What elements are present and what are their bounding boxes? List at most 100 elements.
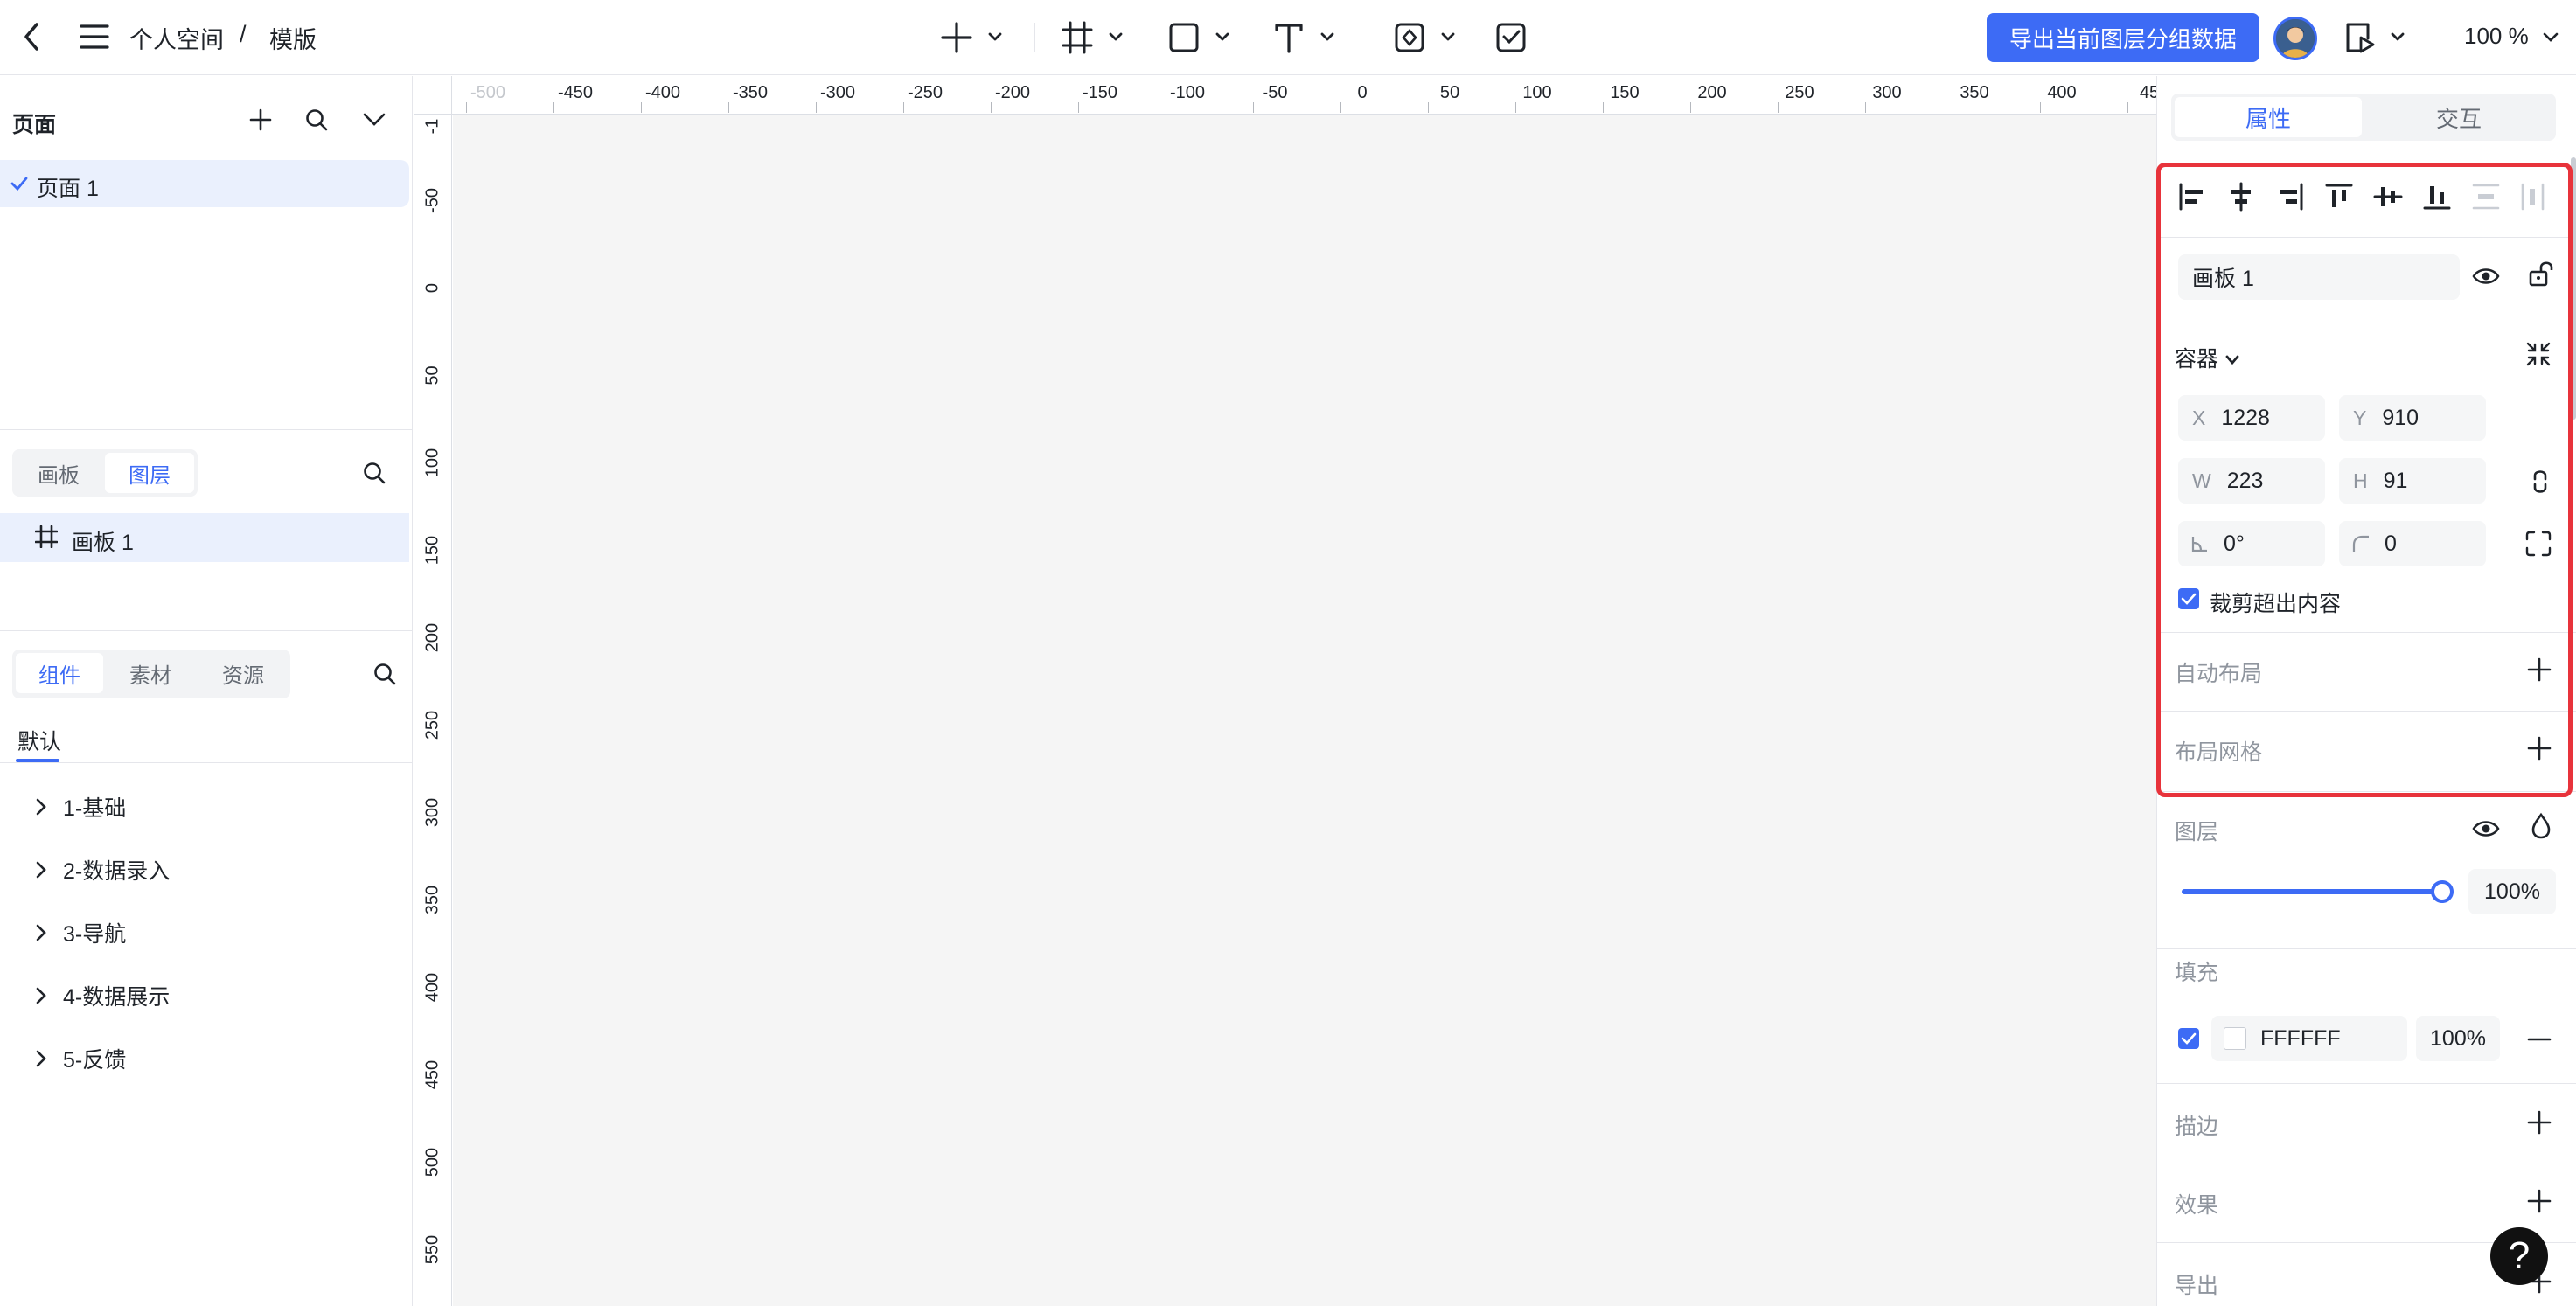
frame-tool-button[interactable] — [1062, 21, 1128, 54]
tab-components[interactable]: 组件 — [16, 653, 103, 693]
ruler-tick-label: 50 — [422, 365, 442, 386]
component-group[interactable]: 5-反馈 — [31, 1043, 126, 1074]
add-layout-grid-icon[interactable] — [2526, 735, 2552, 761]
align-right-icon[interactable] — [2274, 181, 2306, 212]
component-tool-button[interactable] — [1394, 21, 1460, 54]
opacity-field[interactable]: 100% — [2468, 869, 2556, 914]
divider — [2157, 791, 2576, 792]
clip-content-checkbox[interactable] — [2178, 588, 2199, 609]
ruler-tick-label: 350 — [422, 885, 442, 915]
remove-fill-icon[interactable] — [2526, 1038, 2552, 1041]
frame-name-value: 画板 1 — [2192, 267, 2254, 291]
component-group[interactable]: 1-基础 — [31, 791, 126, 823]
ruler-tick-label: 100 — [1522, 83, 1552, 102]
width-field[interactable]: W 223 — [2178, 458, 2325, 504]
align-bottom-icon[interactable] — [2421, 181, 2453, 212]
add-effect-icon[interactable] — [2526, 1188, 2552, 1214]
x-field[interactable]: X 1228 — [2178, 395, 2325, 441]
tab-properties[interactable]: 属性 — [2175, 97, 2362, 137]
avatar[interactable] — [2273, 17, 2317, 60]
y-value: 910 — [2382, 405, 2419, 430]
text-tool-button[interactable] — [1273, 21, 1340, 54]
blend-mode-icon[interactable] — [2530, 812, 2552, 840]
zoom-level[interactable]: 100 % — [2464, 23, 2559, 50]
rotation-field[interactable]: 0° — [2178, 521, 2325, 566]
ruler-tick — [1253, 102, 1254, 113]
distribute-vertical-icon[interactable] — [2470, 181, 2502, 212]
divider — [0, 630, 413, 631]
page-item[interactable]: 页面 1 — [0, 160, 409, 207]
ruler-tick — [1865, 102, 1866, 113]
opacity-slider-handle[interactable] — [2431, 880, 2454, 903]
page-item-label: 页面 1 — [37, 177, 99, 201]
effect-section-label: 效果 — [2175, 1193, 2219, 1218]
independent-corners-icon[interactable] — [2524, 530, 2552, 558]
align-middle-vertical-icon[interactable] — [2372, 181, 2404, 212]
export-layer-data-button[interactable]: 导出当前图层分组数据 — [1987, 13, 2259, 62]
align-left-icon[interactable] — [2176, 181, 2208, 212]
layer-item[interactable]: 画板 1 — [0, 513, 409, 562]
rectangle-tool-button[interactable] — [1168, 21, 1235, 54]
tab-artboards[interactable]: 画板 — [16, 453, 101, 493]
left-panel: 页面 页面 1 画板 图层 画板 1 组件 素材 资源 默认 1-基础 2-数据… — [0, 76, 413, 1306]
tab-resources[interactable]: 资源 — [199, 653, 287, 693]
component-group[interactable]: 3-导航 — [31, 917, 126, 948]
add-tool-button[interactable] — [941, 21, 1007, 54]
fill-enabled-checkbox[interactable] — [2178, 1028, 2199, 1049]
help-button[interactable]: ? — [2490, 1227, 2548, 1285]
breadcrumb-separator: / — [240, 21, 247, 47]
component-group[interactable]: 2-数据录入 — [31, 854, 170, 886]
menu-icon[interactable] — [79, 23, 110, 51]
breadcrumb-file[interactable]: 模版 — [269, 21, 317, 55]
check-plugin-icon[interactable] — [1495, 21, 1528, 54]
eye-icon[interactable] — [2472, 816, 2500, 842]
back-icon[interactable] — [19, 21, 45, 52]
ruler-tick-label: -200 — [994, 83, 1031, 102]
frame-name-field[interactable]: 画板 1 — [2178, 254, 2460, 300]
ruler-tick-label: 150 — [422, 535, 442, 566]
pages-title: 页面 — [12, 113, 57, 137]
ruler-tick-label: 0 — [1357, 83, 1368, 102]
tab-materials[interactable]: 素材 — [107, 653, 194, 693]
ruler-tick-label: -400 — [644, 83, 681, 102]
preview-play-button[interactable] — [2343, 21, 2410, 54]
ruler-tick — [2127, 102, 2128, 113]
container-dropdown[interactable]: 容器 — [2175, 342, 2240, 373]
fill-color-swatch[interactable] — [2224, 1027, 2246, 1050]
tab-interaction[interactable]: 交互 — [2365, 97, 2552, 137]
properties-tabs: 属性 交互 — [2171, 94, 2556, 141]
search-assets-icon[interactable] — [372, 662, 397, 686]
properties-scrollbar[interactable] — [2571, 157, 2576, 420]
align-top-icon[interactable] — [2323, 181, 2355, 212]
add-page-icon[interactable] — [248, 108, 273, 132]
distribute-horizontal-icon[interactable] — [2519, 181, 2545, 212]
collapse-pages-icon[interactable] — [362, 111, 386, 129]
unlock-icon[interactable] — [2528, 260, 2554, 288]
constrain-proportions-icon[interactable] — [2531, 469, 2549, 495]
subtab-default[interactable]: 默认 — [17, 725, 61, 756]
corner-radius-field[interactable]: 0 — [2339, 521, 2486, 566]
height-field[interactable]: H 91 — [2339, 458, 2486, 504]
add-stroke-icon[interactable] — [2526, 1109, 2552, 1136]
fill-color-field[interactable]: FFFFFF — [2211, 1016, 2407, 1061]
collapse-size-icon[interactable] — [2524, 340, 2552, 368]
search-page-icon[interactable] — [304, 108, 329, 132]
tab-layers[interactable]: 图层 — [105, 453, 194, 493]
align-center-horizontal-icon[interactable] — [2225, 181, 2257, 212]
ruler-tick — [903, 102, 904, 113]
divider — [2157, 711, 2576, 712]
rotation-icon — [2191, 537, 2207, 552]
design-canvas[interactable] — [453, 115, 2156, 1306]
component-group[interactable]: 4-数据展示 — [31, 980, 170, 1011]
add-auto-layout-icon[interactable] — [2526, 656, 2552, 683]
search-layer-icon[interactable] — [362, 461, 386, 485]
breadcrumb-space[interactable]: 个人空间 — [129, 21, 224, 55]
y-field[interactable]: Y 910 — [2339, 395, 2486, 441]
ruler-tick-label: -150 — [1082, 83, 1118, 102]
fill-opacity-field[interactable]: 100% — [2416, 1016, 2500, 1061]
ruler-tick-label: 50 — [1439, 83, 1460, 102]
eye-icon[interactable] — [2472, 263, 2500, 289]
chevron-right-icon — [36, 924, 46, 941]
w-label: W — [2192, 469, 2211, 492]
opacity-slider[interactable] — [2182, 880, 2454, 903]
